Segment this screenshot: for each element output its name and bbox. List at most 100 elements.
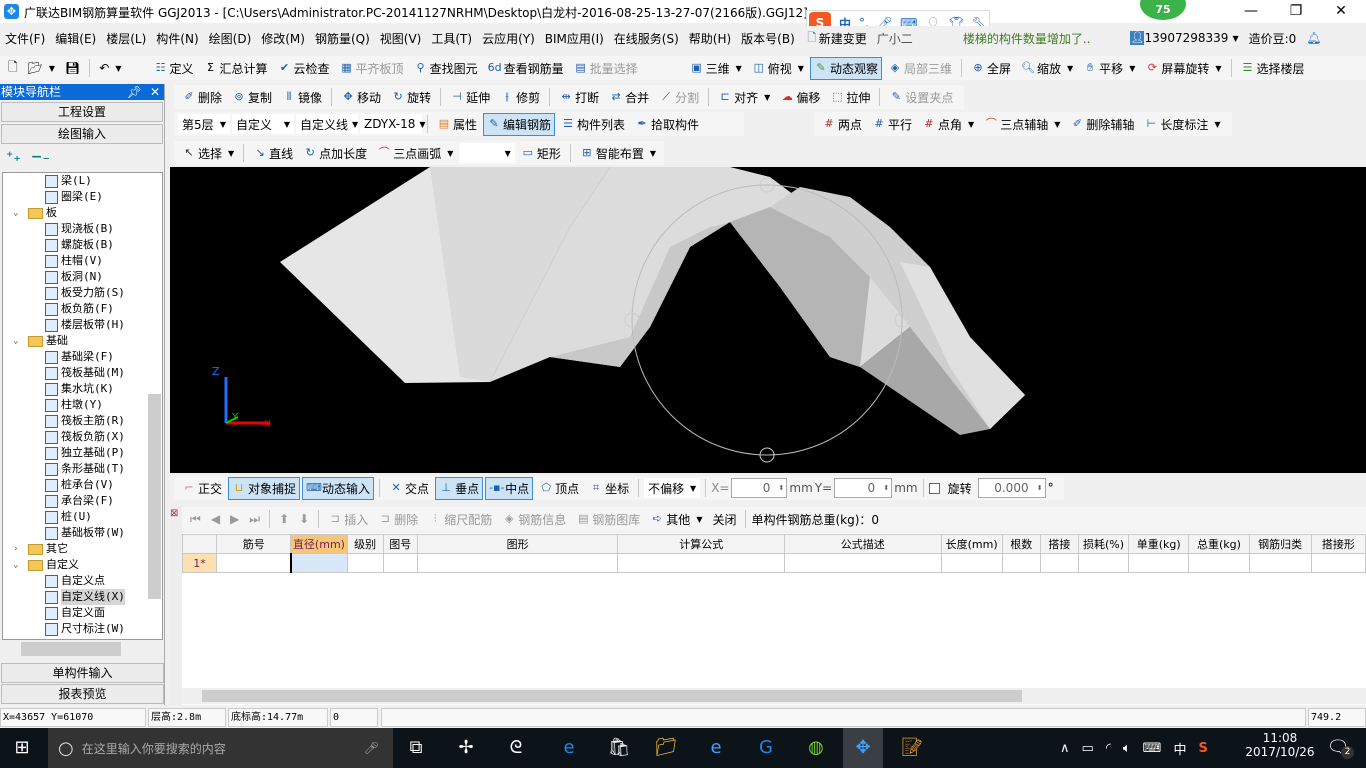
break-button[interactable]: ⇹ 打断 <box>555 86 603 109</box>
offset-select[interactable]: 不偏移 ▼ <box>644 478 701 498</box>
chevron-right-icon[interactable]: › <box>13 541 25 557</box>
rebar-library-button[interactable]: ▤ 钢筋图库 <box>572 508 644 531</box>
3d-viewport[interactable]: Z Y X <box>170 167 1366 473</box>
tree-item[interactable]: 承台梁(F) <box>45 493 114 509</box>
menu-component[interactable]: 构件(N) <box>151 30 203 47</box>
ie-icon[interactable]: e <box>700 732 732 764</box>
midpoint-snap-button[interactable]: -▪- 中点 <box>485 476 534 500</box>
delete-row-button[interactable]: ⊐ 删除 <box>374 508 422 531</box>
wifi-icon[interactable]: ◜ <box>1106 741 1111 756</box>
tree-item[interactable]: 板洞(N) <box>45 269 103 285</box>
rotate-checkbox[interactable] <box>928 482 940 494</box>
glodon-g-icon[interactable]: G <box>750 732 782 764</box>
grid-cell[interactable] <box>1077 553 1130 573</box>
select-floor-button[interactable]: ☰ 选择楼层 <box>1237 57 1309 80</box>
column-header[interactable]: 公式描述 <box>784 534 942 554</box>
edit-rebar-button[interactable]: ✎ 编辑钢筋 <box>483 112 556 136</box>
column-header[interactable] <box>181 534 218 554</box>
report-preview-button[interactable]: 报表预览 <box>1 684 164 704</box>
edge-icon[interactable]: e <box>553 732 585 764</box>
menu-view[interactable]: 视图(V) <box>375 30 427 47</box>
delete-button[interactable]: ✐ 删除 <box>178 86 226 109</box>
store-icon[interactable]: 🛍︎ <box>603 732 635 764</box>
extend-button[interactable]: ⊣ 延伸 <box>446 86 494 109</box>
component-name-select[interactable]: ZDYX-18 ▼ <box>360 114 426 134</box>
fan-app-icon[interactable]: ✢ <box>450 732 482 764</box>
new-change-button[interactable]: 🗋 新建变更 <box>800 30 872 47</box>
length-dimension-button[interactable]: ⊢ 长度标注 ▼ <box>1140 113 1224 136</box>
column-header[interactable]: 搭接 <box>1039 534 1079 554</box>
line-button[interactable]: ↘ 直线 <box>249 142 297 165</box>
cloud-check-button[interactable]: ✔ 云检查 <box>274 57 334 80</box>
orbit-button[interactable]: ✎ 动态观察 <box>809 56 882 80</box>
rectangle-button[interactable]: ▭ 矩形 <box>517 142 565 165</box>
grid-cell[interactable] <box>1128 553 1190 573</box>
menu-cloud[interactable]: 云应用(Y) <box>477 30 540 47</box>
tree-folder[interactable]: ⌄ 板 <box>13 205 57 221</box>
green-app-icon[interactable]: ◍ <box>800 732 832 764</box>
mirror-button[interactable]: ⫴ 镜像 <box>278 86 326 109</box>
notice-text[interactable]: 楼梯的构件数量增加了.. <box>958 30 1096 47</box>
insert-button[interactable]: ⊐ 插入 <box>324 508 372 531</box>
parallel-button[interactable]: # 平行 <box>868 113 916 136</box>
tree-folder[interactable]: ⌄ 自定义 <box>13 557 79 573</box>
tree-item[interactable]: 筏板基础(M) <box>45 365 125 381</box>
offset-button[interactable]: ☁ 偏移 <box>776 86 824 109</box>
select-button[interactable]: ↖ 选择 ▼ <box>178 142 238 165</box>
ortho-button[interactable]: ⌐ 正交 <box>178 477 226 500</box>
swirl-app-icon[interactable]: ᘓ <box>500 732 532 764</box>
tree-item[interactable]: 板受力筋(S) <box>45 285 125 301</box>
tree-item[interactable]: 集水坑(K) <box>45 381 114 397</box>
component-list-button[interactable]: ☰ 构件列表 <box>557 113 629 136</box>
tree-folder[interactable]: › 其它 <box>13 541 68 557</box>
tree-vscrollbar[interactable] <box>148 180 161 620</box>
ime-indicator[interactable]: 中 <box>1173 739 1186 758</box>
tree-item[interactable]: 基础板带(W) <box>45 525 125 541</box>
coordinate-snap-button[interactable]: ⌗ 坐标 <box>585 477 633 500</box>
volume-icon[interactable]: 🔈︎ <box>1123 741 1131 756</box>
battery-icon[interactable]: ▭ <box>1082 741 1094 756</box>
keyboard-icon[interactable]: ⌨ <box>1143 741 1162 756</box>
menu-online[interactable]: 在线服务(S) <box>609 30 684 47</box>
delete-aux-axis-button[interactable]: ✐ 删除辅轴 <box>1066 113 1138 136</box>
tree-item[interactable]: 筏板主筋(R) <box>45 413 125 429</box>
grid-cell[interactable] <box>216 553 292 573</box>
tray-chevron-icon[interactable]: ∧ <box>1060 741 1070 756</box>
prev-record-button[interactable]: ◀ <box>207 509 224 529</box>
y-input[interactable]: 0 ⬍ <box>834 478 893 498</box>
close-panel-button[interactable]: 关闭 <box>708 508 740 531</box>
fullscreen-button[interactable]: ⊕ 全屏 <box>967 57 1015 80</box>
split-button[interactable]: ⟋ 分割 <box>655 86 703 109</box>
floor-select[interactable]: 第5层 ▼ <box>178 114 230 134</box>
tree-item[interactable]: 自定义线(X) <box>45 589 125 605</box>
column-header[interactable]: 图形 <box>416 534 619 554</box>
menu-draw[interactable]: 绘图(D) <box>204 30 257 47</box>
screen-rotate-button[interactable]: ⟳ 屏幕旋转 ▼ <box>1141 57 1225 80</box>
grid-cell[interactable] <box>382 553 418 573</box>
zoom-button[interactable]: 🔍︎ 缩放 ▼ <box>1017 57 1077 80</box>
tree-folder[interactable]: ⌄ 基础 <box>13 333 68 349</box>
rotate-button[interactable]: ↻ 旋转 <box>387 86 435 109</box>
tree-item[interactable]: 条形基础(T) <box>45 461 125 477</box>
local-3d-button[interactable]: ◈ 局部三维 <box>884 57 956 80</box>
object-snap-button[interactable]: ⊔ 对象捕捉 <box>228 476 301 500</box>
grid-cell[interactable] <box>784 553 942 573</box>
close-nav-icon[interactable]: ✕ <box>150 84 160 100</box>
tree-item[interactable]: 螺旋板(B) <box>45 237 114 253</box>
pan-button[interactable]: ✋︎ 平移 ▼ <box>1079 57 1139 80</box>
score-badge[interactable]: 75 <box>1140 0 1186 20</box>
bell-icon[interactable]: 🔔︎ <box>1301 31 1326 45</box>
x-input[interactable]: 0 ⬍ <box>731 478 788 498</box>
scale-rebar-button[interactable]: ⫶ 缩尺配筋 <box>424 508 496 531</box>
grid-cell[interactable] <box>940 553 1003 573</box>
define-button[interactable]: ☷ 定义 <box>150 57 198 80</box>
move-button[interactable]: ✥ 移动 <box>337 86 385 109</box>
search-box[interactable]: ○ 在这里输入你要搜索的内容 🎤︎ <box>48 728 393 768</box>
tree-item[interactable]: 尺寸标注(W) <box>45 621 125 637</box>
type-select[interactable]: 自定义 ▼ <box>232 114 294 134</box>
grid-hscrollbar[interactable] <box>182 688 1366 704</box>
three-point-arc-button[interactable]: ⌒ 三点画弧 ▼ <box>373 142 457 165</box>
vertex-snap-button[interactable]: ⬠ 顶点 <box>535 477 583 500</box>
intersection-snap-button[interactable]: ✕ 交点 <box>385 477 433 500</box>
sogou-tray-icon[interactable]: S <box>1198 741 1207 756</box>
